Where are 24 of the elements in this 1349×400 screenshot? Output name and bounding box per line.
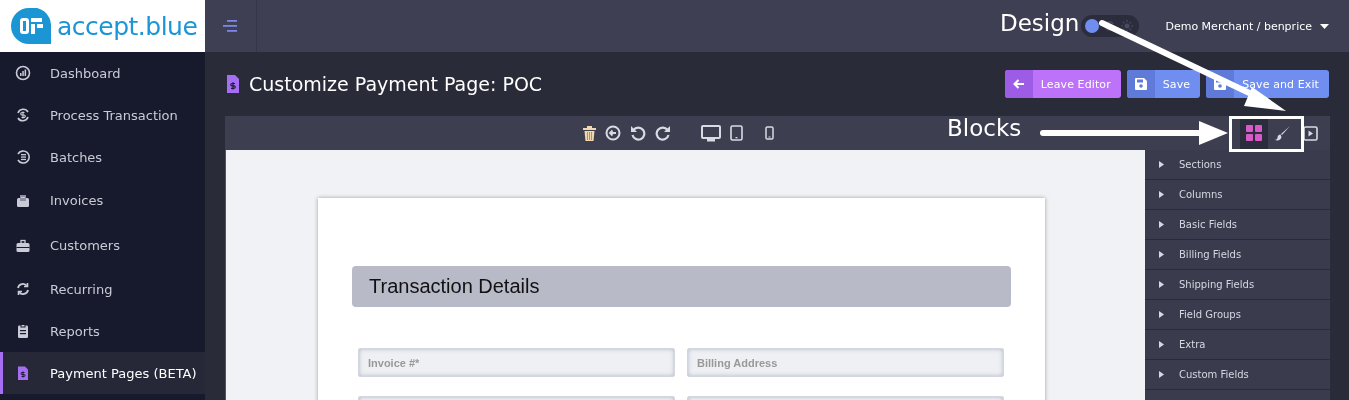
block-category[interactable]: Field Groups xyxy=(1145,300,1330,330)
block-category[interactable]: Basic Fields xyxy=(1145,210,1330,240)
block-category[interactable]: Billing Fields xyxy=(1145,240,1330,270)
annotation-label: Design xyxy=(1000,12,1080,35)
block-category[interactable]: Custom Fields xyxy=(1145,360,1330,390)
input-field[interactable]: Billing Address xyxy=(687,348,1004,377)
input-field[interactable]: Invoice #* xyxy=(358,348,675,377)
user-menu[interactable]: Demo Merchant / benprice xyxy=(1165,19,1329,33)
section-heading: Transaction Details xyxy=(352,266,1011,307)
sidebar-item[interactable]: Batches xyxy=(0,136,205,178)
sidebar-item[interactable]: Process Transaction xyxy=(0,94,205,136)
sidebar-item[interactable]: Payment Pages (BETA) xyxy=(0,352,205,394)
sidebar-item[interactable]: Dashboard xyxy=(0,52,205,94)
sidebar-item[interactable]: Customers xyxy=(0,223,205,268)
sidebar-item[interactable]: Invoices xyxy=(0,178,205,223)
block-category[interactable]: Extra xyxy=(1145,330,1330,360)
block-category[interactable]: Columns xyxy=(1145,180,1330,210)
sidebar-item[interactable]: Reports xyxy=(0,310,205,352)
annotation-label: Blocks xyxy=(947,117,1022,140)
block-category[interactable]: Shipping Fields xyxy=(1145,270,1330,300)
page-title: Customize Payment Page: POC xyxy=(249,73,543,95)
block-category[interactable]: Sections xyxy=(1145,150,1330,180)
sidebar-item[interactable]: Recurring xyxy=(0,268,205,310)
logo-text: accept.blue xyxy=(57,11,198,41)
